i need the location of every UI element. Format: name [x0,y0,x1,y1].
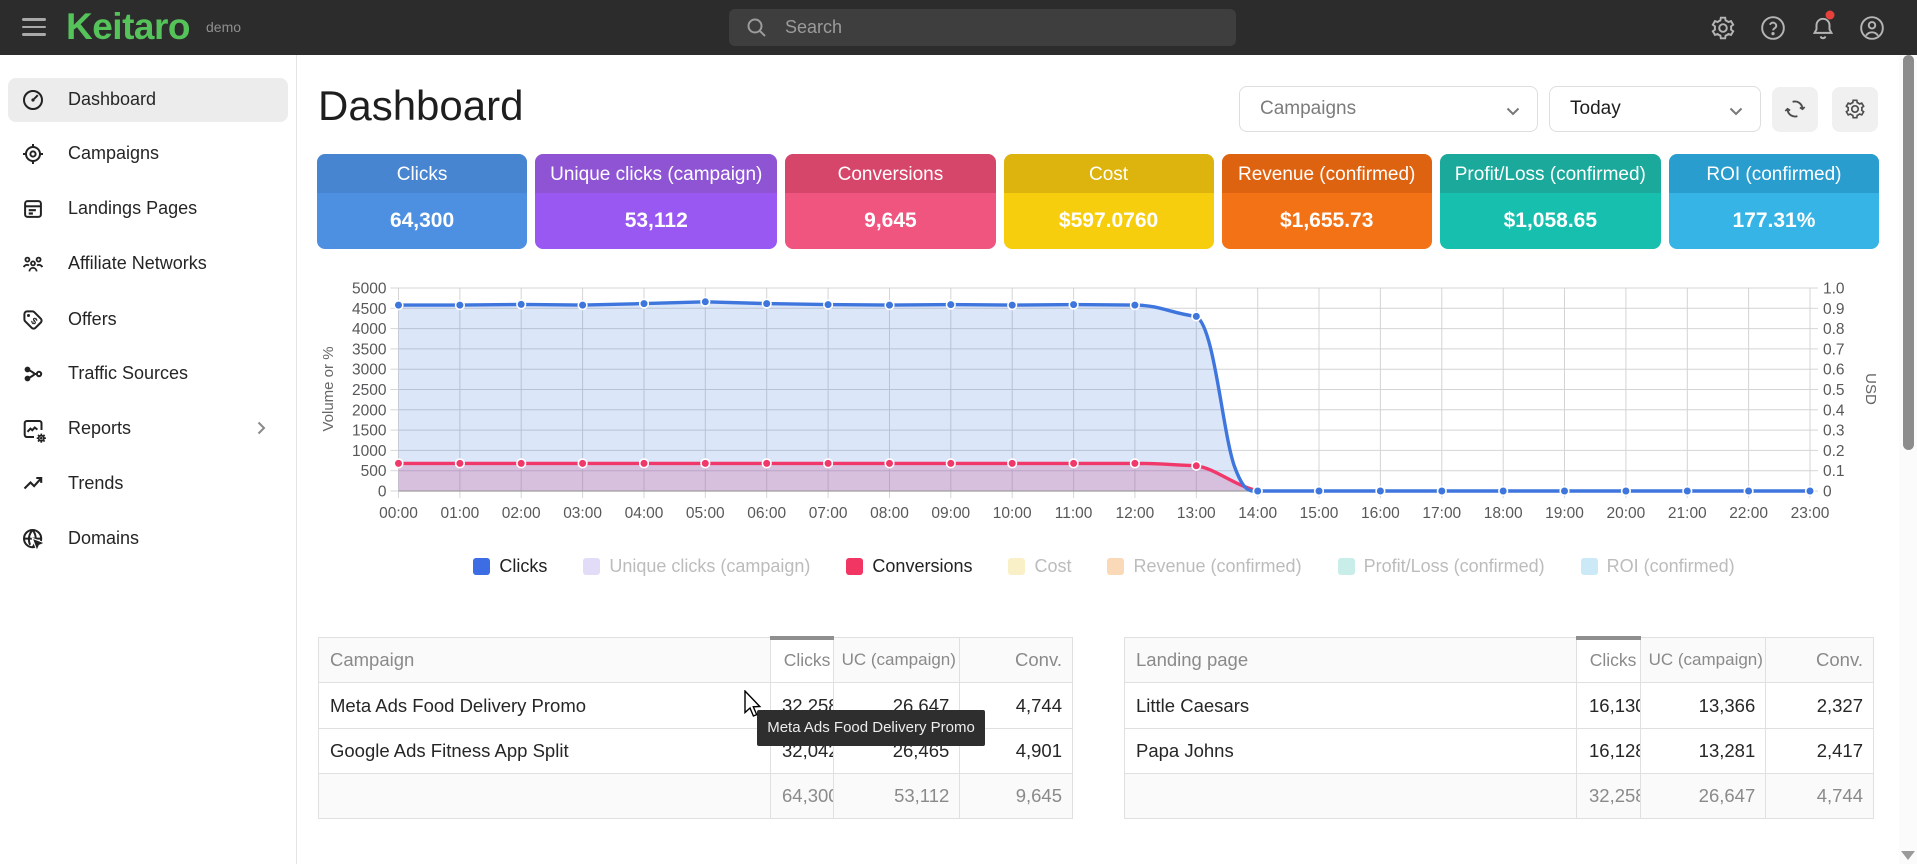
svg-text:3500: 3500 [352,341,387,358]
svg-text:00:00: 00:00 [379,505,418,522]
svg-text:17:00: 17:00 [1422,505,1461,522]
svg-text:21:00: 21:00 [1668,505,1707,522]
svg-text:0.7: 0.7 [1823,341,1845,358]
svg-text:3000: 3000 [352,362,387,379]
svg-text:18:00: 18:00 [1484,505,1523,522]
svg-text:23:00: 23:00 [1791,505,1830,522]
svg-text:10:00: 10:00 [993,505,1032,522]
svg-text:03:00: 03:00 [563,505,602,522]
svg-text:15:00: 15:00 [1300,505,1339,522]
svg-text:13:00: 13:00 [1177,505,1216,522]
svg-text:500: 500 [361,463,387,480]
svg-text:1.0: 1.0 [1823,281,1845,298]
svg-text:0: 0 [1823,484,1832,501]
svg-text:0: 0 [378,484,387,501]
svg-text:14:00: 14:00 [1238,505,1277,522]
svg-text:4500: 4500 [352,301,387,318]
svg-text:08:00: 08:00 [870,505,909,522]
svg-text:02:00: 02:00 [502,505,541,522]
svg-text:0.4: 0.4 [1823,402,1845,419]
svg-text:4000: 4000 [352,321,387,338]
svg-text:1500: 1500 [352,423,387,440]
svg-text:5000: 5000 [352,281,387,298]
svg-text:07:00: 07:00 [809,505,848,522]
svg-text:2500: 2500 [352,382,387,399]
svg-text:06:00: 06:00 [747,505,786,522]
svg-text:0.6: 0.6 [1823,362,1845,379]
svg-text:16:00: 16:00 [1361,505,1400,522]
svg-text:01:00: 01:00 [441,505,480,522]
svg-text:19:00: 19:00 [1545,505,1584,522]
svg-text:05:00: 05:00 [686,505,725,522]
svg-text:1000: 1000 [352,443,387,460]
svg-text:09:00: 09:00 [931,505,970,522]
svg-text:04:00: 04:00 [625,505,664,522]
svg-text:0.9: 0.9 [1823,301,1845,318]
svg-text:20:00: 20:00 [1607,505,1646,522]
svg-text:Volume or %: Volume or % [320,346,337,431]
svg-text:11:00: 11:00 [1055,505,1093,522]
svg-text:0.3: 0.3 [1823,423,1845,440]
svg-text:22:00: 22:00 [1729,505,1768,522]
svg-text:12:00: 12:00 [1116,505,1155,522]
svg-text:USD: USD [1862,373,1879,405]
svg-text:0.2: 0.2 [1823,443,1845,460]
svg-text:0.5: 0.5 [1823,382,1845,399]
svg-text:0.1: 0.1 [1823,463,1845,480]
svg-text:0.8: 0.8 [1823,321,1845,338]
svg-text:2000: 2000 [352,402,387,419]
